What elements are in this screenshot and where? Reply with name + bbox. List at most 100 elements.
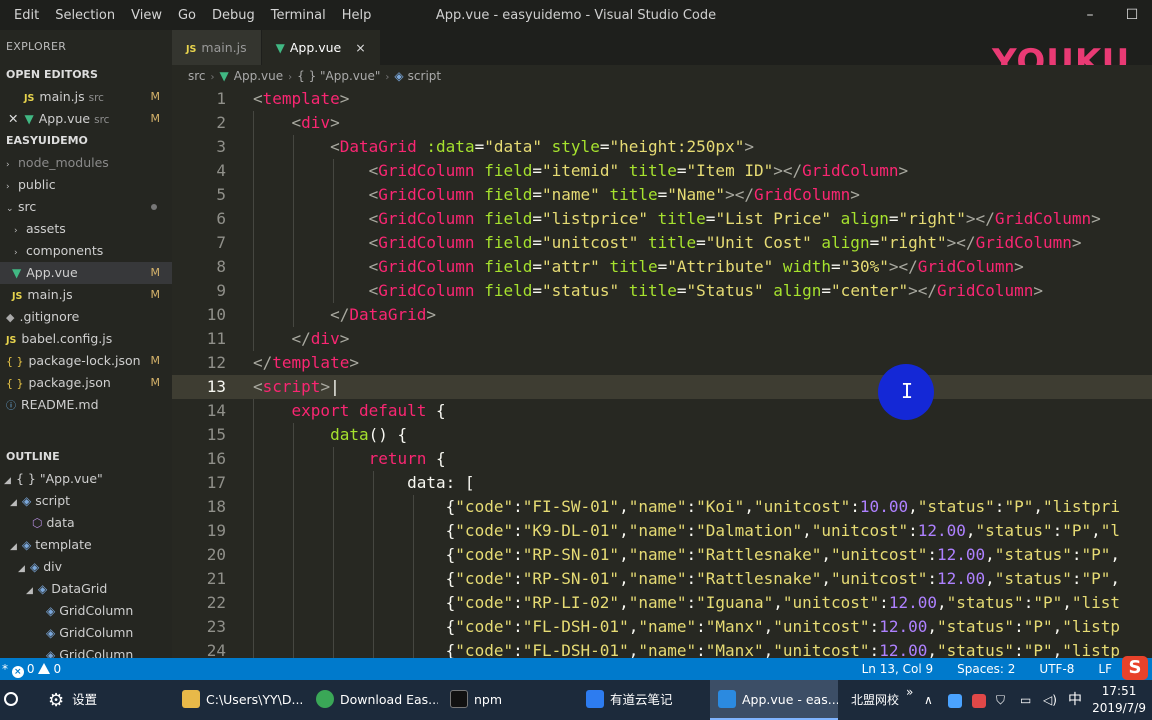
- menu-terminal[interactable]: Terminal: [263, 8, 334, 23]
- modified-badge: M: [150, 288, 161, 301]
- folder-icon: [182, 690, 200, 708]
- close-icon[interactable]: ✕: [8, 111, 18, 126]
- menu-selection[interactable]: Selection: [47, 8, 123, 23]
- tray-app-icon[interactable]: [972, 680, 992, 720]
- chevron-down-icon: ◢: [10, 498, 17, 508]
- tray-expand-icon[interactable]: ∧: [924, 680, 933, 720]
- network-icon[interactable]: ▭: [1020, 680, 1031, 720]
- problems-indicator[interactable]: * × 0 0: [2, 658, 61, 680]
- outline-item[interactable]: ◢{ } "App.vue": [0, 468, 172, 490]
- taskbar-settings[interactable]: ⚙ 设置: [40, 680, 166, 720]
- menu-help[interactable]: Help: [334, 8, 380, 23]
- project-section[interactable]: EASYUIDEMO: [0, 130, 172, 152]
- tree-package-json[interactable]: { } package.json M: [0, 372, 172, 394]
- code-line: 16 return {: [206, 449, 446, 468]
- cursor-position[interactable]: Ln 13, Col 9: [862, 658, 934, 680]
- taskbar-overflow[interactable]: »: [906, 672, 913, 712]
- tree-readme[interactable]: ⓘ README.md: [0, 394, 172, 416]
- taskbar-network-school[interactable]: 北盟网校: [851, 680, 899, 720]
- maximize-button[interactable]: ☐: [1112, 0, 1152, 30]
- explorer-header: EXPLORER: [6, 40, 67, 53]
- windows-taskbar: ⚙ 设置 C:\Users\YY\D... Download Eas... npm…: [0, 680, 1152, 720]
- vue-file-icon: ▼: [275, 41, 285, 55]
- menu-bar: Edit Selection View Go Debug Terminal He…: [0, 0, 379, 30]
- outline-item[interactable]: ◢ ◈ DataGrid: [0, 578, 172, 600]
- tree-public[interactable]: › public: [0, 174, 172, 196]
- tree-gitignore[interactable]: ◆ .gitignore: [0, 306, 172, 328]
- tab-main-js[interactable]: JS main.js: [172, 30, 262, 65]
- outline-item[interactable]: ◈ GridColumn: [0, 600, 172, 622]
- breadcrumb-script[interactable]: script: [408, 69, 441, 83]
- tree-babel-config[interactable]: JS babel.config.js: [0, 328, 172, 350]
- module-icon: ◈: [22, 538, 32, 552]
- tree-node-modules[interactable]: › node_modules: [0, 152, 172, 174]
- menu-go[interactable]: Go: [170, 8, 204, 23]
- breadcrumb-src[interactable]: src: [188, 69, 206, 83]
- tree-package-lock[interactable]: { } package-lock.json M: [0, 350, 172, 372]
- outline-section[interactable]: OUTLINE: [0, 446, 172, 468]
- ime-indicator[interactable]: 中: [1068, 680, 1082, 720]
- cortana-icon: [4, 692, 18, 706]
- breadcrumb-file[interactable]: App.vue: [234, 69, 283, 83]
- line-ending[interactable]: LF: [1098, 658, 1112, 680]
- tree-app-vue[interactable]: ▼ App.vue M: [0, 262, 172, 284]
- modified-badge: M: [150, 376, 161, 389]
- module-icon: ◈: [394, 69, 404, 83]
- taskbar-vscode[interactable]: App.vue - eas...: [710, 680, 838, 720]
- code-editor[interactable]: 1 <template> 2 <div> 3 <DataGrid :data="d…: [172, 87, 1152, 658]
- outline-item[interactable]: ◢ ◈ div: [0, 556, 172, 578]
- open-editors-section[interactable]: OPEN EDITORS: [0, 64, 172, 86]
- shield-icon[interactable]: ⛉: [996, 680, 1005, 720]
- tab-app-vue[interactable]: ▼ App.vue ×: [261, 30, 381, 65]
- modified-badge: M: [150, 112, 161, 125]
- modified-badge: M: [150, 90, 161, 103]
- tray-app-icon[interactable]: [948, 680, 968, 720]
- taskbar-youdao[interactable]: 有道云笔记: [580, 680, 706, 720]
- chevron-down-icon: ◢: [10, 542, 17, 552]
- clock-date: 2019/7/9: [1092, 701, 1146, 715]
- taskbar-clock[interactable]: 17:51 2019/7/9: [1092, 683, 1146, 717]
- outline-item[interactable]: ◈ GridColumn: [0, 622, 172, 644]
- code-line: 20 {"code":"RP-SN-01","name":"Rattlesnak…: [206, 545, 1121, 564]
- code-line: 17 data: [: [206, 473, 475, 492]
- text-cursor-icon: I: [901, 379, 914, 403]
- encoding[interactable]: UTF-8: [1039, 658, 1074, 680]
- outline-item[interactable]: ◢ ◈ script: [0, 490, 172, 512]
- tree-components[interactable]: › components: [0, 240, 172, 262]
- taskbar-chrome[interactable]: Download Eas...: [310, 680, 438, 720]
- sogou-ime-icon[interactable]: S: [1122, 656, 1148, 680]
- vue-file-icon: ▼: [24, 112, 34, 126]
- code-line: 21 {"code":"RP-SN-01","name":"Rattlesnak…: [206, 569, 1121, 588]
- modified-badge: M: [150, 354, 161, 367]
- menu-edit[interactable]: Edit: [6, 8, 47, 23]
- taskbar-npm[interactable]: npm: [444, 680, 572, 720]
- outline-item[interactable]: ⬡ data: [0, 512, 172, 534]
- close-icon[interactable]: ×: [355, 40, 365, 55]
- error-icon: ×: [11, 666, 24, 678]
- chrome-icon: [316, 690, 334, 708]
- volume-icon[interactable]: ◁): [1043, 680, 1057, 720]
- minimize-button[interactable]: –: [1070, 0, 1110, 30]
- outline-item[interactable]: ◢ ◈ template: [0, 534, 172, 556]
- json-file-icon: { }: [6, 355, 24, 368]
- menu-debug[interactable]: Debug: [204, 8, 263, 23]
- tree-assets[interactable]: › assets: [0, 218, 172, 240]
- tree-src[interactable]: ⌄ src: [0, 196, 172, 218]
- open-editor-main-js[interactable]: JS main.js src M: [0, 86, 172, 108]
- code-line: 6 <GridColumn field="listprice" title="L…: [216, 209, 1101, 228]
- open-editor-app-vue[interactable]: ✕ ▼ App.vue src M: [0, 108, 172, 130]
- menu-view[interactable]: View: [123, 8, 170, 23]
- taskbar-file-explorer[interactable]: C:\Users\YY\D...: [176, 680, 304, 720]
- outline-item[interactable]: ◈ GridColumn: [0, 644, 172, 658]
- module-icon: ◈: [46, 626, 56, 640]
- breadcrumb-module[interactable]: { } "App.vue": [297, 69, 380, 83]
- code-line: 1 <template>: [216, 89, 350, 108]
- code-line: 2 <div>: [216, 113, 340, 132]
- code-line: 22 {"code":"RP-LI-02","name":"Iguana","u…: [206, 593, 1121, 612]
- warning-icon: [38, 663, 51, 674]
- start-button[interactable]: [0, 680, 22, 720]
- tree-main-js[interactable]: JS main.js M: [0, 284, 172, 306]
- title-bar: Edit Selection View Go Debug Terminal He…: [0, 0, 1152, 30]
- code-line: 10 </DataGrid>: [206, 305, 437, 324]
- indentation[interactable]: Spaces: 2: [957, 658, 1015, 680]
